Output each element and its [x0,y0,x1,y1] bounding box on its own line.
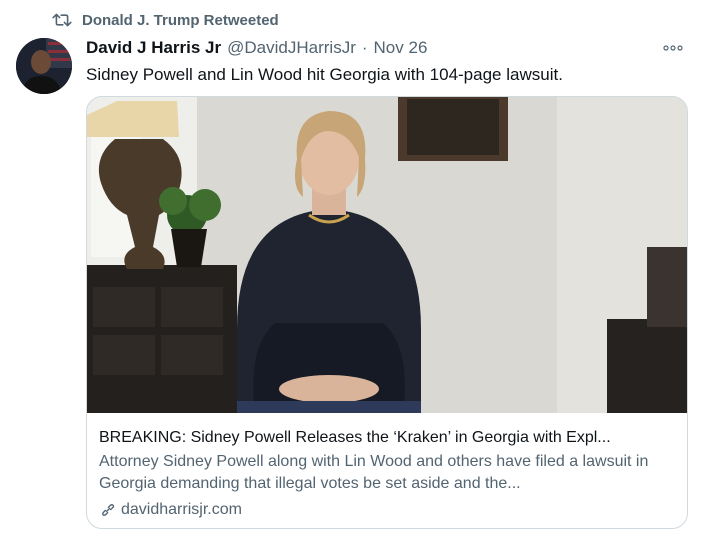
card-domain: davidharrisjr.com [121,501,242,518]
retweet-icon [52,13,72,27]
card-title: BREAKING: Sidney Powell Releases the ‘Kr… [99,429,611,446]
separator-dot: · [361,38,368,57]
retweet-label: Donald J. Trump Retweeted [82,11,279,29]
card-description: Attorney Sidney Powell along with Lin Wo… [99,453,649,492]
retweet-indicator[interactable]: Donald J. Trump Retweeted [52,10,279,30]
card-domain-row: davidharrisjr.com [99,499,677,521]
author-name[interactable]: David J Harris Jr [86,38,221,58]
author-handle[interactable]: @DavidJHarrisJr [227,38,356,58]
more-options-button[interactable] [661,40,685,56]
tweet-date[interactable]: Nov 26 [374,38,428,58]
tweet-text: Sidney Powell and Lin Wood hit Georgia w… [86,65,563,84]
tweet-header: David J Harris Jr @DavidJHarrisJr · Nov … [86,38,427,60]
link-icon [102,504,115,516]
card-image [87,97,687,413]
card-body: BREAKING: Sidney Powell Releases the ‘Kr… [99,427,677,521]
more-icon [663,45,683,51]
avatar[interactable] [16,38,72,94]
link-card[interactable]: BREAKING: Sidney Powell Releases the ‘Kr… [86,96,688,529]
